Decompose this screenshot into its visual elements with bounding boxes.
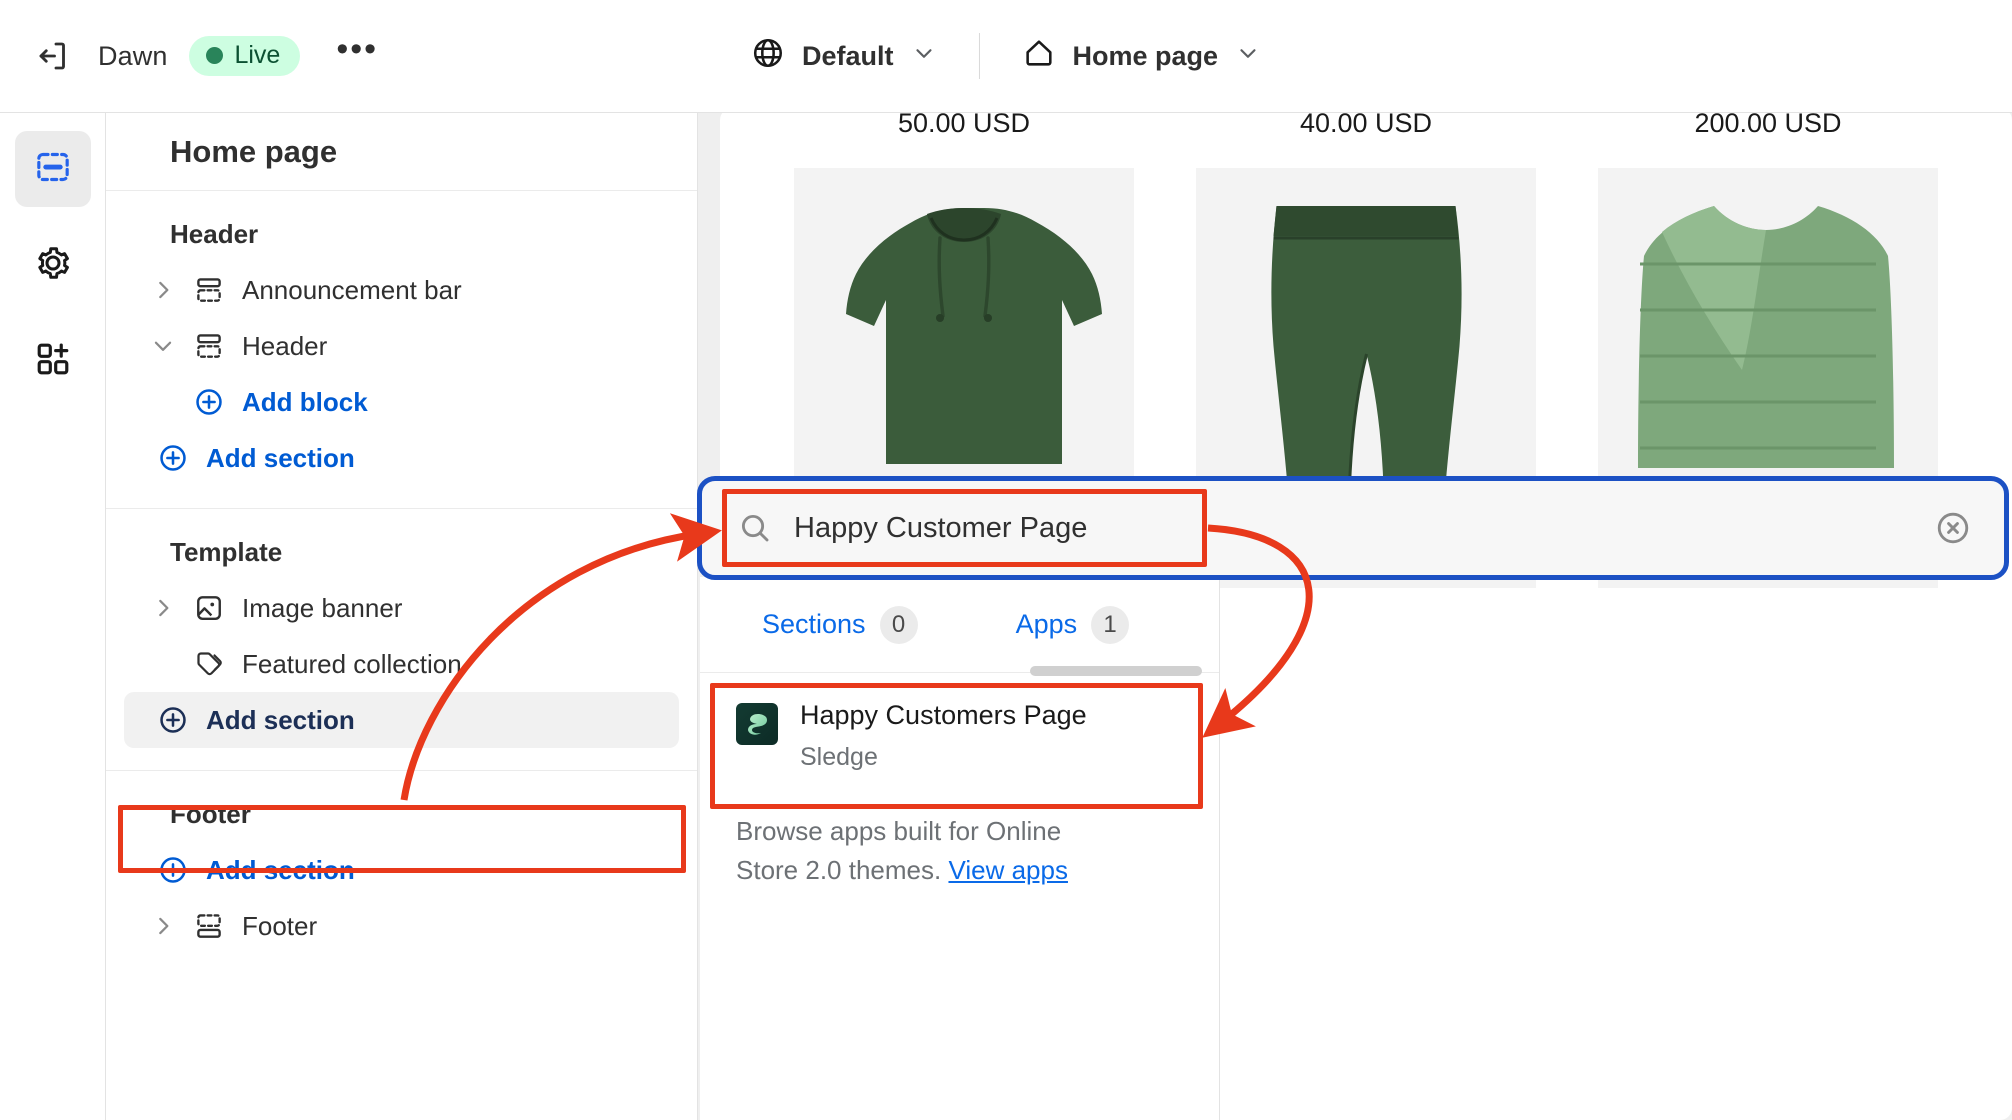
tab-label: Sections <box>762 609 866 639</box>
sledge-logo-glyph <box>748 714 767 735</box>
chevron-right-icon[interactable] <box>150 277 186 303</box>
search-input-value: Happy Customer Page <box>794 511 1088 544</box>
live-dot-icon <box>206 47 224 64</box>
tag-icon <box>186 649 232 679</box>
product-price: 50.00 USD <box>897 113 1031 138</box>
tree-group-template: Template Image banner Featured collectio… <box>106 509 697 771</box>
top-bar-center: Default Home page <box>737 0 1275 112</box>
sidebar-add-section-footer-button[interactable]: Add section <box>124 842 679 898</box>
sections-icon <box>33 147 73 192</box>
sidebar-row-label: Image banner <box>242 592 403 623</box>
status-badge-label: Live <box>234 41 281 69</box>
sidebar-row-label: Featured collection <box>242 648 462 679</box>
rail-sections-button[interactable] <box>14 131 91 207</box>
search-icon <box>738 511 772 545</box>
page-label: Home page <box>1072 40 1219 71</box>
group-label: Template <box>170 537 283 567</box>
active-tab-indicator <box>1030 666 1202 676</box>
section-search-bar[interactable]: Happy Customer Page <box>700 479 2006 577</box>
sidebar-row-label: Header <box>242 330 328 361</box>
app-result-subtitle: Sledge <box>800 742 878 771</box>
search-results-panel: Sections 0 Apps 1 Happy Customers Page S… <box>700 577 1220 1120</box>
theme-editor-screen: Dawn Live ••• Default Home page Home pag… <box>0 0 2012 1120</box>
section-icon <box>186 275 232 305</box>
locale-selector[interactable]: Default <box>737 26 951 87</box>
sledge-app-icon <box>736 703 778 745</box>
sidebar-row-label: Add section <box>206 704 355 735</box>
sidebar-row-image-banner[interactable]: Image banner <box>124 580 679 636</box>
more-options-button[interactable]: ••• <box>322 32 392 73</box>
image-icon <box>186 593 232 623</box>
green-puffer-vest-illustration <box>1638 206 1894 468</box>
plus-circle-icon <box>150 854 196 886</box>
plus-circle-icon <box>150 704 196 736</box>
top-bar-left: Dawn Live ••• <box>0 32 392 79</box>
rail-settings-button[interactable] <box>15 227 91 303</box>
sidebar-row-label: Add section <box>206 442 355 473</box>
section-icon <box>186 911 232 941</box>
plus-circle-icon <box>150 442 196 474</box>
group-label: Footer <box>170 799 251 829</box>
sidebar-add-section-header-button[interactable]: Add section <box>124 430 679 486</box>
app-result-title: Happy Customers Page <box>800 700 1087 730</box>
tab-label: Apps <box>1015 609 1078 639</box>
tab-sections[interactable]: Sections 0 <box>762 605 918 644</box>
tab-apps[interactable]: Apps 1 <box>1015 605 1130 644</box>
product-price: 40.00 USD <box>1299 113 1433 138</box>
results-tabs: Sections 0 Apps 1 <box>700 577 1219 676</box>
view-apps-link[interactable]: View apps <box>948 855 1068 885</box>
theme-name: Dawn <box>98 40 168 71</box>
sidebar-add-section-template-button[interactable]: Add section <box>124 692 679 748</box>
chevron-right-icon[interactable] <box>150 913 186 939</box>
left-icon-rail <box>0 113 106 1120</box>
status-badge: Live <box>189 36 301 76</box>
sidebar-add-block-button[interactable]: Add block <box>124 374 679 430</box>
plus-circle-icon <box>186 386 232 418</box>
apps-add-icon <box>34 340 72 383</box>
chevron-right-icon[interactable] <box>150 595 186 621</box>
chevron-down-icon <box>1235 40 1261 73</box>
search-input[interactable]: Happy Customer Page <box>738 511 1934 545</box>
sidebar-row-footer[interactable]: Footer <box>124 898 679 954</box>
green-hoodie-illustration <box>846 208 1102 464</box>
sidebar-row-header[interactable]: Header <box>124 318 679 374</box>
group-label: Header <box>170 219 259 249</box>
sidebar-row-label: Add block <box>242 386 368 417</box>
sidebar-row-featured-collection[interactable]: Featured collection <box>124 636 679 692</box>
sections-sidebar: Home page Header Announcement bar Header… <box>106 113 698 1120</box>
page-selector[interactable]: Home page <box>1007 26 1275 87</box>
app-result-text: Happy Customers Page Sledge <box>800 699 1087 772</box>
chevron-down-icon[interactable] <box>150 333 186 359</box>
locale-label: Default <box>801 40 894 71</box>
chevron-down-icon <box>910 40 936 73</box>
home-icon <box>1021 36 1055 77</box>
tree-group-footer: Footer Add section Footer <box>106 771 697 976</box>
page-title: Home page <box>170 133 338 169</box>
sidebar-row-label: Announcement bar <box>242 274 462 305</box>
section-icon <box>186 331 232 361</box>
sidebar-row-announcement-bar[interactable]: Announcement bar <box>124 262 679 318</box>
globe-icon <box>751 36 785 77</box>
clear-circle-icon[interactable] <box>1934 509 1972 547</box>
sidebar-header: Home page <box>106 113 697 191</box>
tree-group-header: Header Announcement bar Header Add block… <box>106 191 697 509</box>
tab-count-badge: 1 <box>1091 605 1130 644</box>
app-result-happy-customers-page[interactable]: Happy Customers Page Sledge <box>700 673 1219 798</box>
sidebar-row-label: Footer <box>242 910 318 941</box>
exit-icon[interactable] <box>30 33 76 79</box>
browse-apps-note: Browse apps built for Online Store 2.0 t… <box>700 798 1170 890</box>
sidebar-row-label: Add section <box>206 854 355 885</box>
product-price: 200.00 USD <box>1694 113 1842 138</box>
divider <box>978 33 980 79</box>
tab-count-badge: 0 <box>879 605 918 644</box>
green-leggings-illustration <box>1271 206 1462 487</box>
rail-apps-button[interactable] <box>15 323 91 399</box>
top-bar: Dawn Live ••• Default Home page <box>0 0 2012 113</box>
settings-gear-icon <box>34 244 72 287</box>
